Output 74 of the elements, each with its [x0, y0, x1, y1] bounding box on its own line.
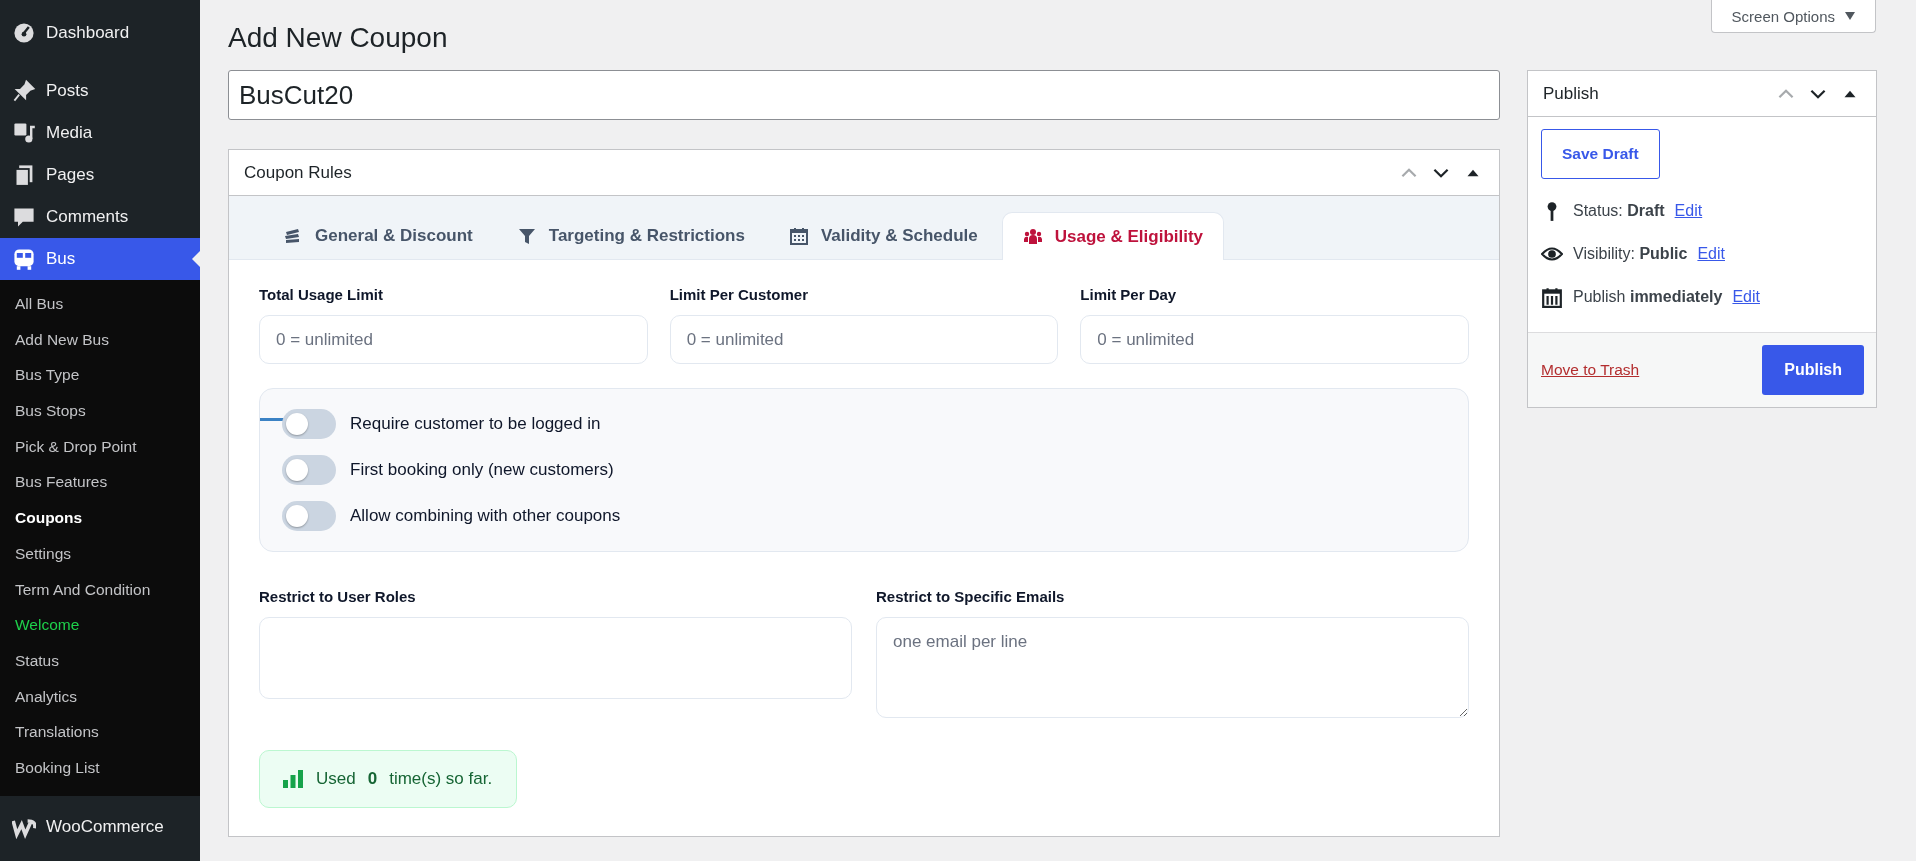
- tab[interactable]: Validity & Schedule: [768, 212, 998, 259]
- emails-field[interactable]: one email per line: [876, 617, 1469, 718]
- publish-info: Status: Draft: [1573, 201, 1665, 220]
- submenu-item[interactable]: Welcome: [0, 607, 200, 643]
- publish-info: Publish immediately: [1573, 287, 1723, 306]
- tab[interactable]: Targeting & Restrictions: [496, 212, 765, 259]
- toggle-switch[interactable]: [282, 409, 336, 439]
- menu-label: Posts: [46, 81, 89, 101]
- toggle-label: Allow combining with other coupons: [350, 506, 621, 526]
- gauge-icon: [12, 21, 36, 45]
- submenu-item[interactable]: Analytics: [0, 678, 200, 715]
- menu-item[interactable]: Bus: [0, 238, 200, 280]
- submenu-item[interactable]: All Bus: [0, 286, 200, 322]
- menu-label: Comments: [46, 207, 129, 227]
- menu-item[interactable]: Media: [0, 112, 200, 154]
- move-to-trash-link[interactable]: Move to Trash: [1541, 361, 1640, 379]
- usage-text: time(s) so far.: [389, 769, 493, 789]
- bus-icon: [12, 247, 36, 271]
- publish-info: Visibility: Public: [1573, 244, 1688, 263]
- media-icon: [12, 121, 36, 145]
- submenu-item[interactable]: Bus Stops: [0, 393, 200, 429]
- menu-label: Dashboard: [46, 23, 130, 43]
- calendar-icon: [1541, 285, 1563, 308]
- menu-label: Media: [46, 123, 93, 143]
- tab[interactable]: General & Discount: [263, 212, 493, 259]
- users-icon: [1022, 226, 1043, 247]
- publish-button[interactable]: Publish: [1762, 345, 1864, 395]
- menu-label: Bus: [46, 249, 76, 269]
- save-draft-button[interactable]: Save Draft: [1541, 129, 1660, 179]
- roles-field[interactable]: [259, 617, 852, 699]
- submenu-item[interactable]: Add New Bus: [0, 321, 200, 358]
- screen-options-button[interactable]: Screen Options: [1710, 0, 1876, 33]
- submenu-item[interactable]: Bus Features: [0, 464, 200, 501]
- toggle-switch[interactable]: [282, 501, 336, 531]
- submenu-item[interactable]: Settings: [0, 535, 200, 572]
- calendar-icon: [788, 225, 809, 246]
- usage-text: Used: [316, 769, 356, 789]
- menu-item[interactable]: Posts: [0, 70, 200, 112]
- toggle-label: First booking only (new customers): [350, 460, 614, 480]
- page-title: Add New Coupon: [228, 21, 448, 55]
- toggle-label: Require customer to be logged in: [350, 414, 601, 434]
- submenu-item[interactable]: Coupons: [0, 500, 200, 536]
- title-field[interactable]: BusCut20: [228, 70, 1500, 120]
- menu-item[interactable]: WooCommerce: [0, 805, 200, 848]
- tab[interactable]: Usage & Eligibility: [1001, 212, 1225, 260]
- panel-title: Coupon Rules: [244, 162, 353, 183]
- submenu-item[interactable]: Pick & Drop Point: [0, 428, 200, 465]
- usage-count: 0: [367, 769, 378, 789]
- input-field[interactable]: 0 = unlimited: [259, 315, 648, 364]
- bar-chart-icon: [282, 769, 304, 789]
- menu-item[interactable]: Comments: [0, 196, 200, 238]
- submenu-item[interactable]: Status: [0, 642, 200, 679]
- pushpin-icon: [12, 79, 36, 103]
- edit-link[interactable]: Edit: [1697, 244, 1725, 263]
- menu-label: WooCommerce: [46, 816, 164, 837]
- field-label: Total Usage Limit: [259, 286, 384, 303]
- edit-link[interactable]: Edit: [1674, 201, 1703, 220]
- caret-icon: [1845, 12, 1855, 20]
- submenu-item[interactable]: Translations: [0, 714, 200, 750]
- menu-label: Pages: [46, 165, 95, 185]
- panel-title: Publish: [1543, 83, 1600, 104]
- field-label: Limit Per Day: [1080, 286, 1178, 303]
- input-field[interactable]: 0 = unlimited: [669, 315, 1059, 364]
- submenu-item[interactable]: Bus Type: [0, 357, 200, 394]
- menu-item[interactable]: Pages: [0, 154, 200, 196]
- field-label: Restrict to User Roles: [259, 588, 417, 605]
- submenu-item[interactable]: Term And Condition: [0, 571, 200, 608]
- field-label: Limit Per Customer: [669, 286, 810, 303]
- submenu-item[interactable]: Booking List: [0, 749, 200, 786]
- toggle-switch[interactable]: [282, 455, 336, 485]
- edit-link[interactable]: Edit: [1732, 287, 1760, 306]
- input-field[interactable]: 0 = unlimited: [1080, 315, 1469, 364]
- menu-item[interactable]: Dashboard: [0, 12, 200, 54]
- field-label: Restrict to Specific Emails: [876, 588, 1066, 605]
